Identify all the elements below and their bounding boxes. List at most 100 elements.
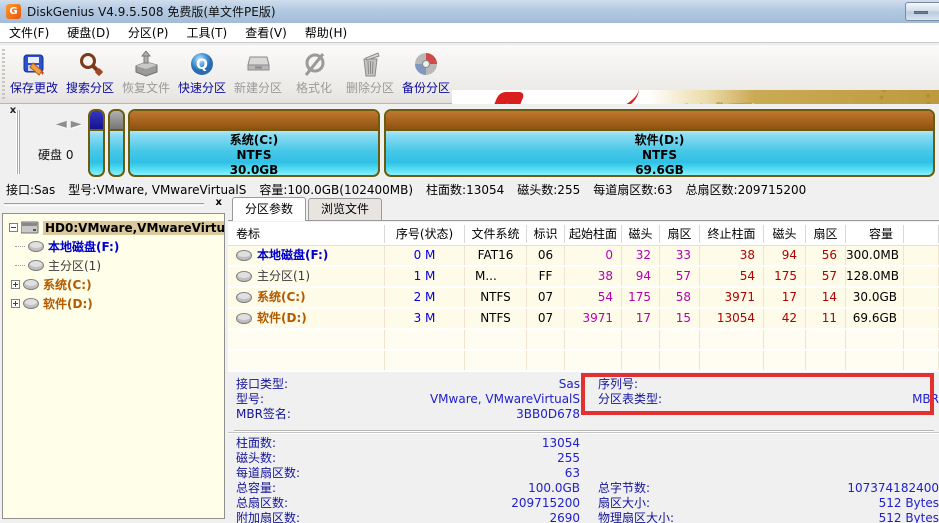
col-header-capacity[interactable]: 容量 (846, 225, 904, 243)
value-cylinders: 13054 (276, 436, 580, 451)
menu-partition[interactable]: 分区(P) (119, 23, 178, 43)
col-header-id[interactable]: 标识 (527, 225, 565, 243)
expand-icon[interactable] (11, 299, 20, 308)
minimize-icon (914, 11, 928, 14)
collapse-icon[interactable] (9, 223, 18, 232)
partition-d-name: 软件(D:) (386, 133, 933, 148)
col-header-seq-status[interactable]: 序号(状态) (385, 225, 465, 243)
recover-files-button[interactable]: 恢复文件 (118, 47, 174, 103)
cell-volume: 本地磁盘(F:) (257, 246, 328, 265)
table-row[interactable]: 本地磁盘(F:) 0 M FAT16 06 0 32 33 38 94 56 3… (228, 246, 939, 267)
toolbar-grip[interactable] (2, 49, 5, 101)
expand-icon[interactable] (11, 280, 20, 289)
cell-start-sector: 57 (660, 267, 700, 286)
menu-bar: 文件(F) 硬盘(D) 分区(P) 工具(T) 查看(V) 帮助(H) (0, 23, 939, 43)
tree-item-label: 主分区(1) (48, 257, 101, 274)
cell-start-head: 175 (622, 288, 660, 307)
menu-tools[interactable]: 工具(T) (178, 23, 237, 43)
disk-tree: HD0:VMware,VMwareVirtualS 本地磁盘(F:) 主分区(1… (2, 213, 225, 519)
cell-end-cyl: 3971 (700, 288, 764, 307)
value-model: VMware, VMwareVirtualS (264, 392, 580, 407)
disk-geometry-section: 柱面数:13054 磁头数:255 每道扇区数:63 总容量:100.0GB 总… (228, 432, 939, 523)
cell-fs: NTFS (465, 309, 527, 328)
format-button[interactable]: 格式化 (286, 47, 342, 103)
format-icon (300, 50, 328, 78)
harddisk-icon (21, 221, 39, 234)
prev-disk-arrow[interactable]: ◄ (56, 116, 71, 132)
next-disk-arrow[interactable]: ► (71, 116, 86, 132)
cell-start-sector: 33 (660, 246, 700, 265)
tree-item-system-c[interactable]: 系统(C:) (3, 275, 224, 294)
cell-start-cyl: 38 (565, 267, 622, 286)
partition-band (90, 111, 103, 131)
col-header-end-cyl[interactable]: 终止柱面 (700, 225, 764, 243)
value-sector-size: 512 Bytes (650, 496, 939, 511)
new-partition-button[interactable]: 新建分区 (230, 47, 286, 103)
tree-item-local-disk-f[interactable]: 本地磁盘(F:) (3, 237, 224, 256)
col-header-end-head[interactable]: 磁头 (764, 225, 806, 243)
diskbar-grip[interactable] (16, 110, 20, 174)
partition-block-fat16[interactable] (88, 109, 105, 177)
disk-info-line: 接口:Sas 型号:VMware, VMwareVirtualS 容量:100.… (0, 181, 939, 197)
minimize-button[interactable] (905, 2, 939, 21)
title-bar: G DiskGenius V4.9.5.508 免费版(单文件PE版) (0, 0, 939, 23)
col-header-start-cyl[interactable]: 起始柱面 (565, 225, 622, 243)
tab-browse-files[interactable]: 浏览文件 (308, 198, 382, 220)
cell-capacity: 300.0MB (846, 246, 904, 265)
search-partition-label: 搜索分区 (66, 79, 114, 96)
table-row[interactable]: 软件(D:) 3 M NTFS 07 3971 17 15 13054 42 1… (228, 309, 939, 330)
partition-d-size: 69.6GB (386, 163, 933, 177)
cell-id: 07 (527, 309, 565, 328)
table-row[interactable]: 主分区(1) 1 M M... FF 38 94 57 54 175 57 12… (228, 267, 939, 288)
disk-bar-panel: x ◄► 硬盘 0 系统(C:) NTFS 30.0GB 软件(D:) NTFS… (0, 104, 939, 181)
partition-c-fs: NTFS (130, 148, 378, 163)
disk-icon (236, 250, 252, 261)
value-extra-sectors: 2690 (300, 511, 580, 523)
new-partition-label: 新建分区 (234, 79, 282, 96)
tab-bar: 分区参数 浏览文件 (228, 197, 939, 221)
tree-panel-grip[interactable] (4, 203, 204, 206)
col-header-start-head[interactable]: 磁头 (622, 225, 660, 243)
menu-file[interactable]: 文件(F) (0, 23, 58, 43)
cell-start-head: 94 (622, 267, 660, 286)
quick-partition-button[interactable]: Q 快速分区 (174, 47, 230, 103)
menu-view[interactable]: 查看(V) (236, 23, 296, 43)
col-header-volume[interactable]: 卷标 (228, 225, 385, 243)
col-header-start-sector[interactable]: 扇区 (660, 225, 700, 243)
cell-seq: 3 M (385, 309, 465, 328)
tree-panel-header: x (2, 199, 224, 211)
cell-capacity: 128.0MB (846, 267, 904, 286)
cell-seq: 0 M (385, 246, 465, 265)
label-heads: 磁头数: (236, 451, 276, 466)
tab-partition-parameters[interactable]: 分区参数 (232, 197, 306, 221)
app-icon: G (6, 4, 21, 19)
partition-block-d[interactable]: 软件(D:) NTFS 69.6GB (384, 109, 935, 177)
table-row[interactable]: 系统(C:) 2 M NTFS 07 54 175 58 3971 17 14 … (228, 288, 939, 309)
value-mbr-signature: 3BB0D678 (291, 407, 580, 422)
tree-item-primary-partition[interactable]: 主分区(1) (3, 256, 224, 275)
info-cylinders: 柱面数:13054 (426, 181, 504, 197)
cell-end-head: 94 (764, 246, 806, 265)
partition-block-c[interactable]: 系统(C:) NTFS 30.0GB (128, 109, 380, 177)
tree-item-software-d[interactable]: 软件(D:) (3, 294, 224, 313)
col-header-end-sector[interactable]: 扇区 (806, 225, 846, 243)
tree-panel-close-icon[interactable]: x (216, 197, 222, 208)
menu-disk[interactable]: 硬盘(D) (58, 23, 119, 43)
delete-partition-label: 删除分区 (346, 79, 394, 96)
value-heads: 255 (276, 451, 580, 466)
partition-detail-panel: 分区参数 浏览文件 卷标 序号(状态) 文件系统 标识 起始柱面 磁头 扇区 终… (228, 197, 939, 523)
delete-partition-icon (356, 50, 384, 78)
col-header-filesystem[interactable]: 文件系统 (465, 225, 527, 243)
search-partition-button[interactable]: 搜索分区 (62, 47, 118, 103)
disk-nav-arrows: ◄► (56, 116, 86, 132)
label-extra-sectors: 附加扇区数: (236, 511, 300, 523)
tree-connector (15, 265, 25, 266)
cell-end-sector: 14 (806, 288, 846, 307)
backup-partition-button[interactable]: 备份分区 (398, 47, 454, 103)
menu-help[interactable]: 帮助(H) (296, 23, 356, 43)
save-changes-button[interactable]: 保存更改 (6, 47, 62, 103)
tree-root-hd0[interactable]: HD0:VMware,VMwareVirtualS (3, 218, 224, 237)
cell-end-head: 42 (764, 309, 806, 328)
partition-block-extended[interactable] (108, 109, 125, 177)
delete-partition-button[interactable]: 删除分区 (342, 47, 398, 103)
